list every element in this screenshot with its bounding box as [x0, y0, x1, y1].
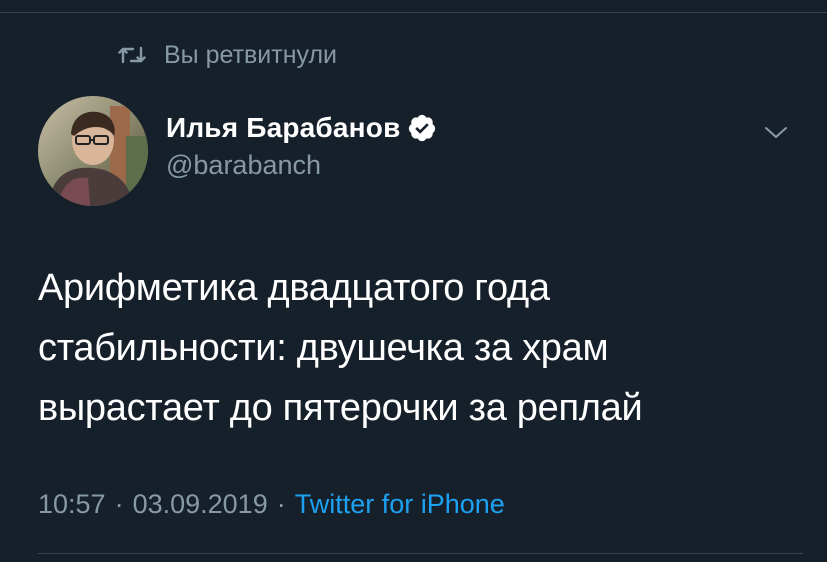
tweet-meta: 10:57 · 03.09.2019 · Twitter for iPhone — [38, 486, 505, 522]
author-display-name[interactable]: Илья Барабанов — [166, 112, 401, 144]
top-divider — [0, 12, 827, 13]
retweet-icon — [118, 43, 146, 67]
tweet-text-line: Арифметика двадцатого года — [38, 267, 550, 309]
meta-separator: · — [276, 488, 286, 519]
tweet-time: 10:57 — [38, 488, 106, 519]
tweet-text-line: стабильности: двушечка за храм — [38, 327, 609, 369]
bottom-divider — [38, 553, 803, 554]
author-handle[interactable]: @barabanch — [166, 150, 321, 181]
chevron-down-icon[interactable] — [762, 122, 790, 142]
tweet-date: 03.09.2019 — [132, 488, 268, 519]
avatar[interactable] — [38, 96, 148, 206]
retweet-indicator: Вы ретвитнули — [118, 38, 337, 72]
tweet-text-line: вырастает до пятерочки за реплай — [38, 387, 643, 429]
tweet-text: Арифметика двадцатого года стабильности:… — [38, 258, 798, 438]
verified-badge-icon — [407, 113, 437, 143]
retweet-label: Вы ретвитнули — [164, 40, 338, 69]
author-name-row[interactable]: Илья Барабанов — [166, 110, 437, 146]
meta-separator: · — [114, 488, 124, 519]
tweet-source-link[interactable]: Twitter for iPhone — [295, 489, 505, 520]
